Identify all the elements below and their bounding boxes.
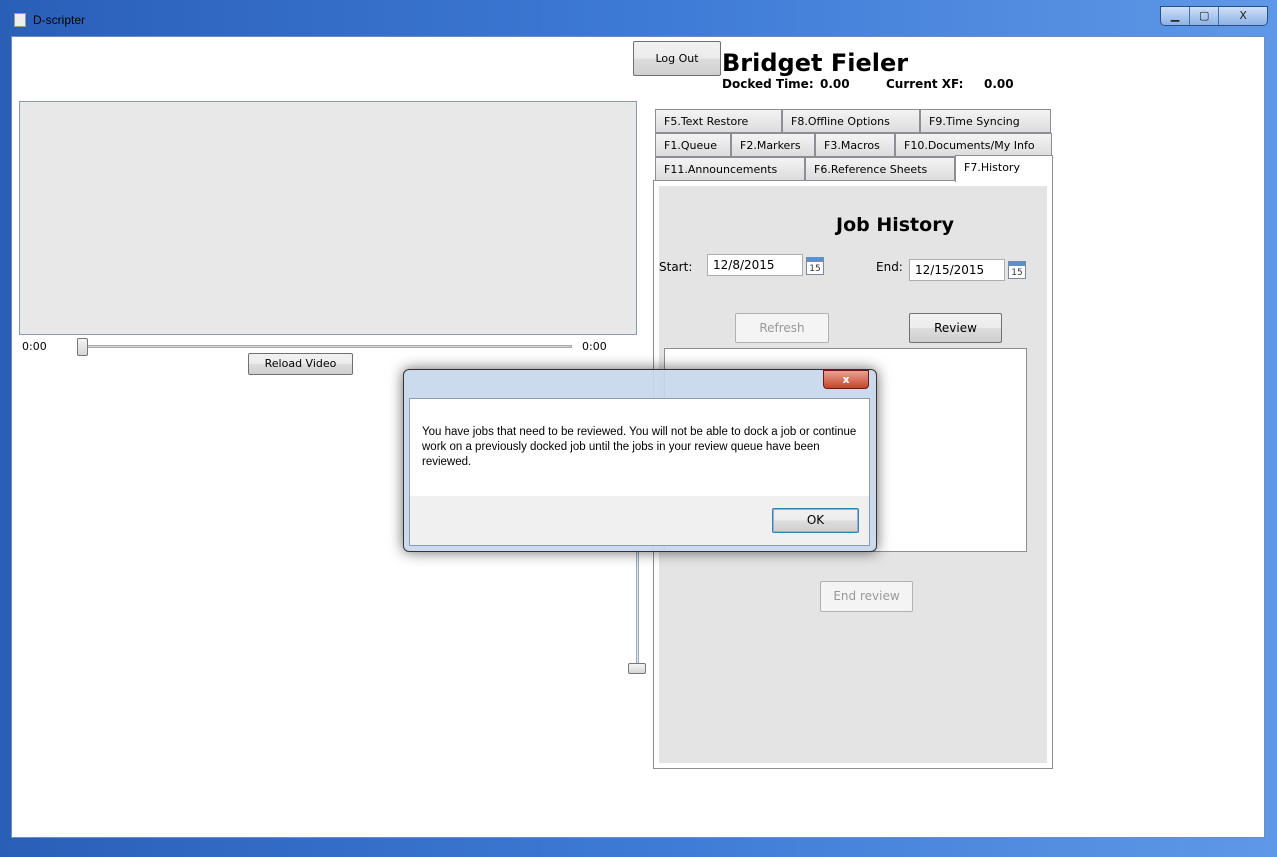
- reload-video-button[interactable]: Reload Video: [248, 353, 353, 375]
- tab-time-syncing[interactable]: F9.Time Syncing: [920, 109, 1051, 133]
- time-start: 0:00: [22, 340, 47, 353]
- user-name: Bridget Fieler: [722, 49, 909, 77]
- tab-offline-options[interactable]: F8.Offline Options: [782, 109, 920, 133]
- tab-history[interactable]: F7.History: [955, 155, 1053, 182]
- tab-reference-sheets[interactable]: F6.Reference Sheets: [805, 157, 955, 181]
- logout-button[interactable]: Log Out: [633, 41, 721, 76]
- current-xf-label: Current XF:: [886, 77, 964, 91]
- current-xf-value: 0.00: [984, 77, 1014, 91]
- window-controls: ▁ ▢ X: [1160, 6, 1268, 26]
- time-end: 0:00: [582, 340, 607, 353]
- end-date-input[interactable]: 12/15/2015: [909, 259, 1005, 281]
- job-history-title: Job History: [836, 214, 954, 236]
- volume-track[interactable]: [636, 550, 639, 668]
- tab-queue[interactable]: F1.Queue: [655, 133, 731, 157]
- volume-thumb[interactable]: [628, 663, 646, 674]
- docked-time-value: 0.00: [820, 77, 850, 91]
- seek-track[interactable]: [80, 345, 572, 348]
- video-player[interactable]: [19, 101, 637, 335]
- dialog-message: You have jobs that need to be reviewed. …: [422, 426, 857, 468]
- review-button[interactable]: Review: [909, 313, 1002, 343]
- end-label: End:: [876, 260, 903, 274]
- tab-documents-my-info[interactable]: F10.Documents/My Info: [895, 133, 1052, 157]
- tab-markers[interactable]: F2.Markers: [731, 133, 815, 157]
- docked-time-label: Docked Time:: [722, 77, 814, 91]
- title-bar: D-scripter ▁ ▢ X: [0, 0, 1277, 36]
- start-label: Start:: [659, 260, 693, 274]
- close-button[interactable]: X: [1219, 7, 1267, 25]
- window-title: D-scripter: [33, 13, 86, 27]
- start-calendar-icon[interactable]: 15: [806, 257, 824, 275]
- seek-thumb[interactable]: [77, 338, 88, 356]
- end-review-button[interactable]: End review: [820, 581, 913, 612]
- app-icon: [14, 13, 26, 27]
- dialog-close-button[interactable]: x: [823, 370, 869, 389]
- start-date-input[interactable]: 12/8/2015: [707, 254, 803, 276]
- refresh-button[interactable]: Refresh: [735, 313, 829, 343]
- tab-announcements[interactable]: F11.Announcements: [655, 157, 805, 181]
- tab-macros[interactable]: F3.Macros: [815, 133, 895, 157]
- end-calendar-icon[interactable]: 15: [1008, 261, 1026, 279]
- tab-text-restore[interactable]: F5.Text Restore: [655, 109, 782, 133]
- ok-button[interactable]: OK: [772, 508, 859, 533]
- minimize-button[interactable]: ▁: [1161, 7, 1191, 25]
- maximize-button[interactable]: ▢: [1190, 7, 1220, 25]
